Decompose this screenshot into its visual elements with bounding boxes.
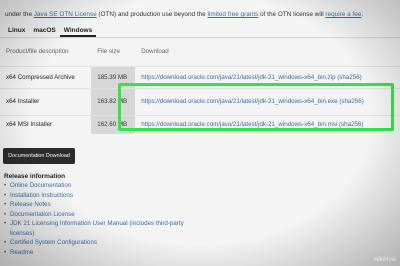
- os-tabs: Linux macOS Windows: [4, 25, 97, 37]
- file-description: x64 Installer: [0, 87, 92, 115]
- download-cell: https://download.oracle.com/java/21/late…: [135, 87, 400, 115]
- download-link-msi[interactable]: https://download.oracle.com/java/21/late…: [141, 121, 337, 128]
- list-item: JDK 21 Licensing Information User Manual…: [4, 219, 194, 238]
- notice-text: (OTN) and production use beyond the: [96, 11, 208, 18]
- tab-macos[interactable]: macOS: [29, 25, 59, 37]
- table-header-row: Product/file description File size Downl…: [0, 38, 400, 66]
- column-header-description: Product/file description: [6, 48, 69, 56]
- page: under the Java SE OTN License (OTN) and …: [0, 0, 400, 266]
- table-row: x64 Installer 163.82 MB https://download…: [0, 87, 400, 115]
- list-item: Certified System Configurations: [4, 238, 194, 248]
- notice-text: of the OTN license will: [258, 11, 326, 18]
- download-cell: https://download.oracle.com/java/21/late…: [135, 114, 400, 134]
- documentation-download-button[interactable]: Documentation Download: [3, 148, 75, 164]
- notice-text: under the: [5, 11, 34, 18]
- sha256-link[interactable]: (sha256): [339, 121, 363, 128]
- readme-link[interactable]: Readme: [10, 249, 33, 256]
- release-information-list: Online Documentation Installation Instru…: [4, 181, 194, 257]
- online-documentation-link[interactable]: Online Documentation: [10, 182, 71, 189]
- documentation-license-link[interactable]: Documentation License: [10, 211, 75, 218]
- require-fee-link[interactable]: require a fee: [325, 11, 361, 18]
- license-notice: under the Java SE OTN License (OTN) and …: [5, 11, 363, 18]
- certified-configurations-link[interactable]: Certified System Configurations: [10, 239, 97, 246]
- release-information-heading: Release information: [4, 173, 66, 180]
- column-header-download: Download: [141, 48, 169, 56]
- sha256-link[interactable]: (sha256): [337, 74, 361, 81]
- release-notes-link[interactable]: Release Notes: [10, 201, 51, 208]
- column-header-file-size: File size: [97, 48, 120, 56]
- tab-windows[interactable]: Windows: [59, 25, 97, 37]
- list-item: Readme: [4, 248, 194, 258]
- watermark: wikiHow: [373, 257, 396, 263]
- tab-linux[interactable]: Linux: [4, 25, 29, 37]
- file-description: x64 Compressed Archive: [0, 65, 92, 88]
- download-table: Product/file description File size Downl…: [0, 38, 400, 134]
- table-row: x64 Compressed Archive 185.39 MB https:/…: [0, 65, 400, 88]
- list-item: Online Documentation: [4, 181, 194, 191]
- list-item: Documentation License: [4, 210, 194, 220]
- file-size: 185.39 MB: [91, 65, 136, 88]
- table-row: x64 MSI Installer 162.60 MB https://down…: [0, 114, 400, 134]
- file-size: 163.82 MB: [91, 87, 136, 115]
- list-item: Release Notes: [4, 200, 194, 210]
- download-cell: https://download.oracle.com/java/21/late…: [135, 65, 400, 88]
- sha256-link[interactable]: (sha256): [339, 98, 363, 105]
- licensing-manual-link[interactable]: JDK 21 Licensing Information User Manual…: [10, 220, 184, 237]
- installation-instructions-link[interactable]: Installation Instructions: [10, 192, 73, 199]
- limited-free-grants-link[interactable]: limited free grants: [208, 11, 259, 18]
- java-se-otn-license-link[interactable]: Java SE OTN License: [34, 11, 97, 18]
- file-size: 162.60 MB: [91, 114, 136, 134]
- list-item: Installation Instructions: [4, 191, 194, 201]
- download-link-zip[interactable]: https://download.oracle.com/java/21/late…: [141, 74, 335, 81]
- file-description: x64 MSI Installer: [0, 114, 92, 134]
- notice-text: .: [361, 11, 364, 18]
- download-link-exe[interactable]: https://download.oracle.com/java/21/late…: [141, 98, 337, 105]
